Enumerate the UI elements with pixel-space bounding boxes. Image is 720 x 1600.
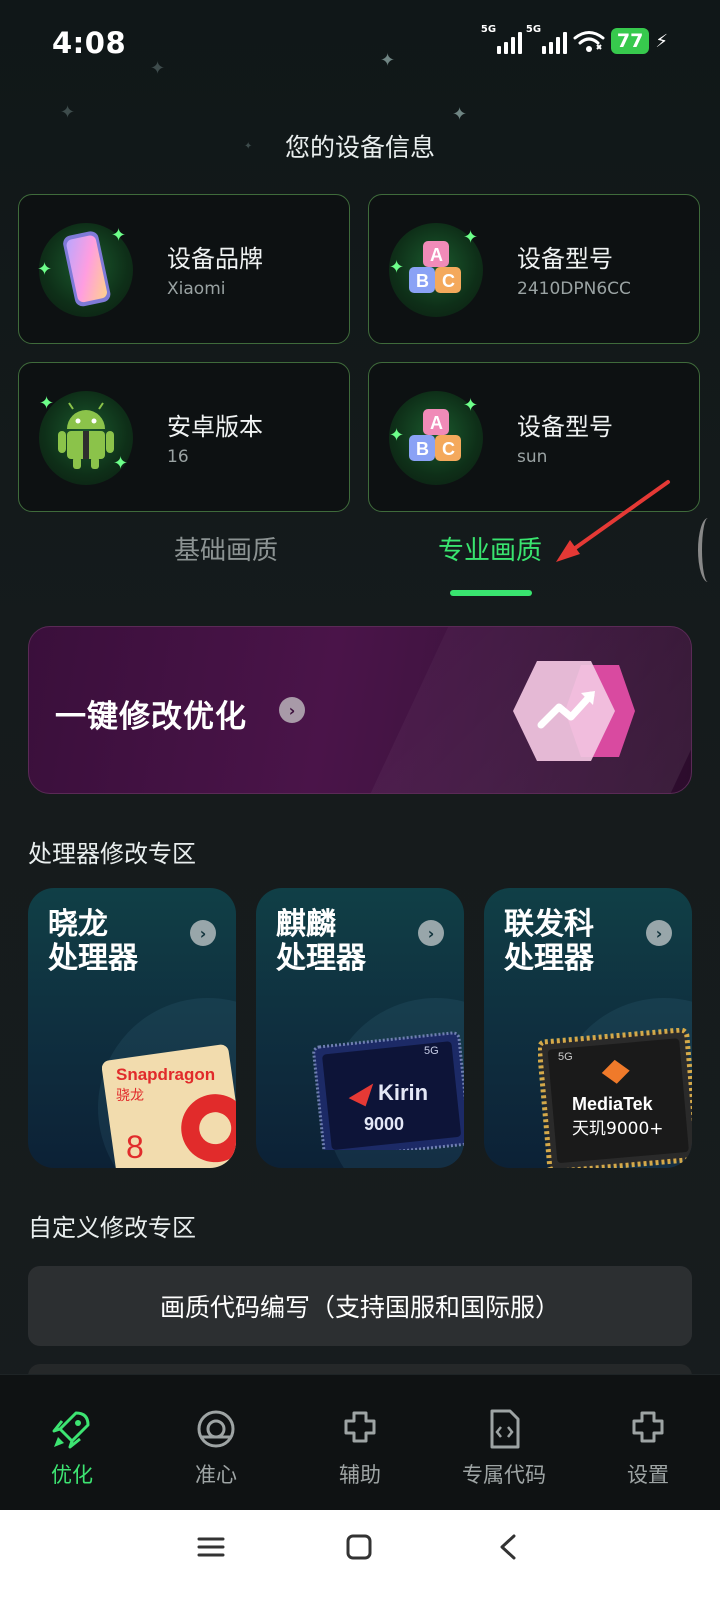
puzzle-icon (344, 1411, 376, 1443)
sparkle-icon: ✦ (389, 425, 405, 446)
processor-title-line: 联发科 (504, 907, 594, 942)
processor-title: 麒麟 处理器 (276, 908, 366, 976)
banner-title: 一键修改优化 (55, 699, 247, 735)
signal-label: 5G (480, 24, 497, 35)
app-screen: ✦ ✦ ✦ ✦ ✦ 4:08 5G 5G 77 ⚡ 您的设备信息 ✦ ✦ 设备品… (0, 0, 720, 1600)
device-model-card[interactable]: A B C ✦ ✦ 设备型号 2410DPN6CC (368, 194, 700, 344)
processor-title-line: 麒麟 (276, 907, 336, 942)
card-label: 安卓版本 (167, 413, 263, 441)
nav-item-assist[interactable]: 辅助 (288, 1375, 432, 1511)
kirin-chip-icon: 5G Kirin 9000 (312, 1031, 464, 1150)
snapdragon-chip-icon: Snapdragon 骁龙 8 (102, 1044, 236, 1168)
svg-text:B: B (416, 271, 429, 291)
card-value: sun (517, 447, 548, 467)
star-decoration: ✦ (452, 104, 468, 125)
android-version-card[interactable]: ✦ ✦ 安卓版本 16 (18, 362, 350, 512)
chevron-right-icon: › (279, 697, 305, 723)
kirin-processor-card[interactable]: 麒麟 处理器 › 5G Kirin 9000 (256, 888, 464, 1168)
svg-text:A: A (430, 245, 443, 265)
processor-title-line: 处理器 (276, 941, 366, 976)
processor-section-title: 处理器修改专区 (28, 840, 196, 868)
chip-tag-text: 5G (424, 1045, 439, 1057)
one-click-optimize-banner[interactable]: 一键修改优化 › (28, 626, 692, 794)
chip-number-text: 9000 (364, 1114, 404, 1134)
card-label: 设备型号 (517, 413, 613, 441)
processor-title-line: 晓龙 (48, 907, 108, 942)
tab-pro-quality[interactable]: 专业画质 (438, 530, 542, 567)
card-value: Xiaomi (167, 279, 226, 299)
nav-label: 设置 (627, 1463, 669, 1487)
nav-label: 辅助 (339, 1463, 381, 1487)
mediatek-chip-icon: 5G MediaTek 天玑9000+ (538, 1028, 692, 1168)
puzzle-settings-icon (632, 1411, 664, 1443)
tab-basic-quality[interactable]: 基础画质 (174, 530, 278, 567)
custom-section-title: 自定义修改专区 (28, 1214, 196, 1242)
sparkle-icon: ✦ (39, 393, 55, 414)
processor-title: 联发科 处理器 (504, 908, 594, 976)
nav-label: 专属代码 (462, 1463, 546, 1487)
device-brand-card[interactable]: ✦ ✦ 设备品牌 Xiaomi (18, 194, 350, 344)
code-file-icon (490, 1409, 520, 1449)
edge-drag-handle[interactable] (698, 518, 718, 582)
sparkle-icon: ✦ (463, 227, 479, 248)
wifi-icon (573, 31, 605, 52)
nav-item-crosshair[interactable]: 准心 (144, 1375, 288, 1511)
svg-text:B: B (416, 439, 429, 459)
chip-cn-text: 骁龙 (116, 1088, 144, 1104)
status-icons: 5G 5G 77 ⚡ (481, 24, 668, 54)
nav-item-settings[interactable]: 设置 (576, 1375, 720, 1511)
sparkle-icon: ✦ (111, 225, 127, 246)
crosshair-icon (197, 1410, 235, 1448)
chevron-right-icon: › (190, 920, 216, 946)
chip-brand-text: MediaTek (572, 1094, 654, 1114)
nav-label: 准心 (195, 1463, 237, 1487)
trend-up-hexagon-icon (513, 661, 635, 761)
nav-label: 优化 (51, 1463, 93, 1487)
status-bar: 4:08 5G 5G 77 ⚡ (0, 0, 720, 86)
chip-cn-text: 天玑9000+ (572, 1119, 664, 1139)
snapdragon-processor-card[interactable]: 晓龙 处理器 › Snapdragon 骁龙 8 (28, 888, 236, 1168)
chevron-right-icon: › (418, 920, 444, 946)
signal-label: 5G (525, 24, 542, 35)
card-label: 设备型号 (517, 245, 613, 273)
sparkle-icon: ✦ (37, 259, 53, 280)
processor-title-line: 处理器 (504, 941, 594, 976)
card-value: 16 (167, 447, 189, 467)
home-square-icon[interactable] (344, 1532, 374, 1562)
rocket-icon (52, 1411, 90, 1449)
chip-tag-text: 5G (558, 1051, 573, 1063)
back-icon[interactable] (494, 1532, 524, 1562)
star-decoration: ✦ (60, 102, 76, 123)
chip-brand-text: Snapdragon (116, 1065, 215, 1084)
annotation-arrow-icon (556, 480, 670, 562)
svg-text:C: C (442, 271, 455, 291)
bottom-nav: 优化 准心 辅助 专属代码 设置 (0, 1374, 720, 1510)
signal-5g-icon: 5G (481, 24, 522, 54)
chip-brand-text: Kirin (378, 1080, 428, 1105)
svg-text:A: A (430, 413, 443, 433)
active-tab-indicator (450, 590, 532, 596)
sparkle-icon: ✦ (463, 395, 479, 416)
processor-title-line: 处理器 (48, 941, 138, 976)
mediatek-processor-card[interactable]: 联发科 处理器 › 5G MediaTek 天玑9000+ (484, 888, 692, 1168)
chip-number-text: 8 (126, 1129, 144, 1165)
device-info-title: 您的设备信息 (284, 133, 435, 162)
nav-item-exclusive-code[interactable]: 专属代码 (432, 1375, 576, 1511)
battery-icon: 77 (610, 28, 650, 54)
card-label: 设备品牌 (167, 245, 263, 273)
nav-item-optimize[interactable]: 优化 (0, 1375, 144, 1511)
svg-text:C: C (442, 439, 455, 459)
card-value: 2410DPN6CC (517, 279, 631, 299)
status-time: 4:08 (52, 26, 127, 60)
signal-5g-icon: 5G (526, 24, 567, 54)
sparkle-icon: ✦ (113, 453, 129, 474)
menu-icon[interactable] (196, 1532, 226, 1562)
quality-code-write-button[interactable]: 画质代码编写（支持国服和国际服） (28, 1266, 692, 1346)
charging-bolt-icon: ⚡ (655, 30, 668, 52)
processor-title: 晓龙 处理器 (48, 908, 138, 976)
system-nav-bar (0, 1510, 720, 1600)
sparkle-icon: ✦ (389, 257, 405, 278)
chevron-right-icon: › (646, 920, 672, 946)
